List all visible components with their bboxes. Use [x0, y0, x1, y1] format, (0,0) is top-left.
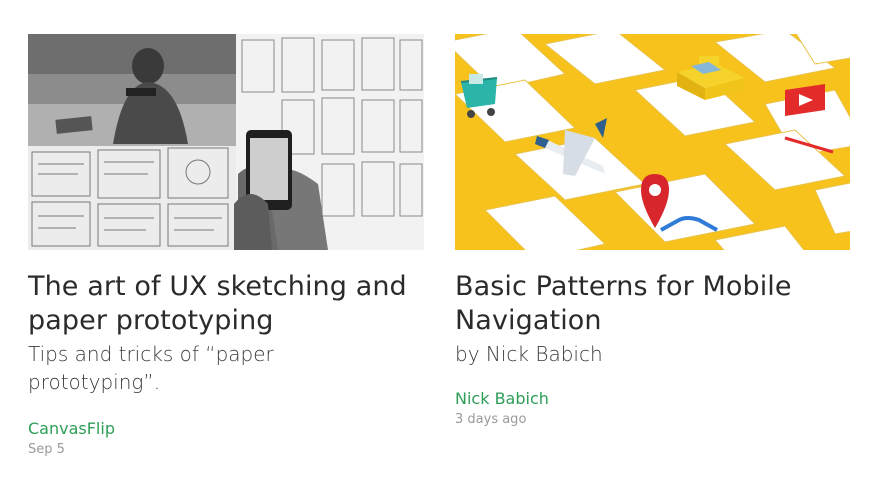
publish-date: 3 days ago [455, 412, 527, 427]
author-link[interactable]: Nick Babich [455, 388, 549, 410]
article-card-mobile-navigation[interactable]: Basic Patterns for Mobile Navigation by … [455, 34, 850, 430]
mobile-navigation-illustration [455, 34, 850, 250]
sketching-photo-image [28, 34, 424, 250]
article-thumbnail[interactable] [455, 34, 850, 250]
article-meta: CanvasFlip Sep 5 [28, 418, 424, 460]
article-card-ux-sketching[interactable]: The art of UX sketching and paper protot… [28, 34, 424, 460]
article-subtitle: Tips and tricks of “paper prototyping”. [28, 342, 274, 394]
author-link[interactable]: CanvasFlip [28, 418, 115, 440]
publish-date: Sep 5 [28, 442, 65, 457]
article-subtitle: by Nick Babich [455, 342, 603, 366]
article-thumbnail[interactable] [28, 34, 424, 250]
article-meta: Nick Babich 3 days ago [455, 388, 850, 430]
article-title[interactable]: Basic Patterns for Mobile Navigation [455, 270, 850, 338]
article-title[interactable]: The art of UX sketching and paper protot… [28, 270, 424, 338]
